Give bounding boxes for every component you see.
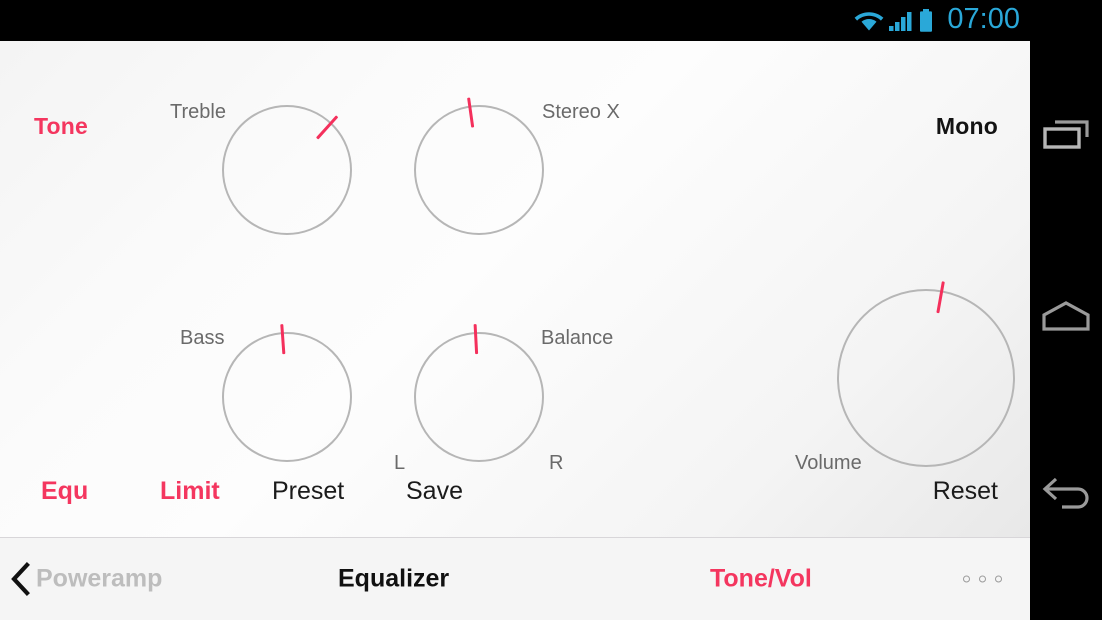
knob-stereo-x-label: Stereo X [542, 101, 620, 123]
overflow-dot [963, 575, 970, 583]
home-button[interactable] [1030, 281, 1102, 353]
device-screen: 07:00 Tone Mono Treble Stereo X Bass Bal… [0, 0, 1102, 620]
recents-icon [1043, 120, 1089, 149]
mono-toggle-label[interactable]: Mono [936, 113, 998, 140]
status-bar: 07:00 [0, 0, 1030, 41]
action-save[interactable]: Save [406, 477, 463, 506]
bottom-navigation-bar: Poweramp Equalizer Tone/Vol [0, 538, 1030, 620]
knob-balance-max-label: R [549, 452, 564, 474]
back-button[interactable] [1030, 459, 1102, 531]
bottom-bar-tab-tone-vol[interactable]: Tone/Vol [710, 565, 812, 594]
knob-bass-label: Bass [180, 327, 225, 349]
knob-stereo-x[interactable] [414, 97, 544, 235]
action-reset[interactable]: Reset [933, 477, 998, 506]
action-equ[interactable]: Equ [41, 477, 88, 506]
knob-balance[interactable] [414, 324, 544, 462]
tone-section-label[interactable]: Tone [34, 113, 88, 140]
signal-icon [889, 11, 912, 31]
battery-icon [920, 8, 933, 32]
knob-balance-label: Balance [541, 327, 614, 349]
knob-bass-indicator [280, 324, 286, 355]
knob-balance-min-label: L [394, 452, 406, 474]
knob-volume-indicator [936, 281, 945, 314]
overflow-dots-icon[interactable] [963, 575, 1002, 583]
home-icon [1042, 301, 1090, 331]
bottom-bar-back-label[interactable]: Poweramp [36, 565, 162, 594]
knob-treble[interactable] [222, 105, 352, 235]
overflow-dot [995, 575, 1002, 583]
knob-balance-indicator [473, 324, 479, 355]
back-chevron-icon[interactable] [8, 562, 34, 596]
action-preset[interactable]: Preset [272, 477, 344, 506]
recents-button[interactable] [1030, 99, 1102, 171]
knob-treble-indicator [315, 115, 339, 140]
action-limit[interactable]: Limit [160, 477, 220, 506]
status-bar-icons: 07:00 [854, 5, 1020, 36]
system-navigation-bar [1030, 41, 1102, 620]
knob-volume[interactable] [837, 281, 1015, 467]
tone-panel: Tone Mono Treble Stereo X Bass Balance L… [0, 41, 1030, 538]
overflow-dot [979, 575, 986, 583]
knob-bass[interactable] [222, 324, 352, 462]
knob-stereo-x-indicator [467, 97, 475, 128]
back-icon [1042, 477, 1089, 509]
app-surface: Tone Mono Treble Stereo X Bass Balance L… [0, 41, 1030, 620]
bottom-bar-title-equalizer[interactable]: Equalizer [338, 565, 449, 594]
knob-volume-label: Volume [795, 452, 862, 474]
wifi-icon [855, 11, 884, 30]
status-bar-clock: 07:00 [947, 3, 1020, 35]
knob-treble-label: Treble [170, 101, 226, 123]
